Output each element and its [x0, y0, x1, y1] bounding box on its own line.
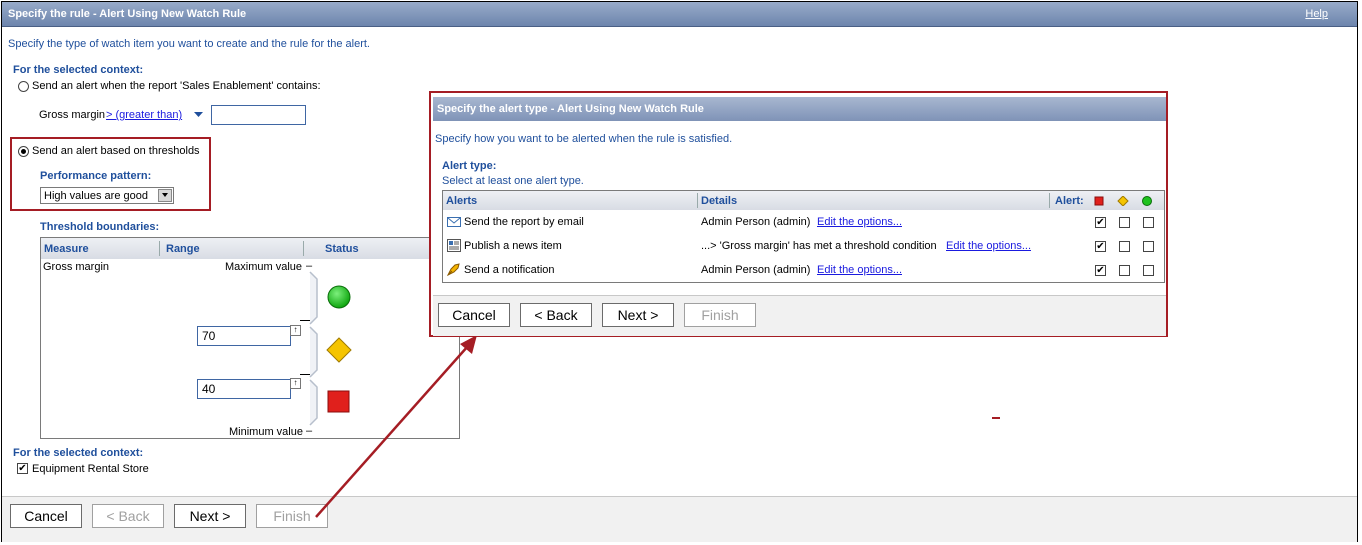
alert-finish-button[interactable]: Finish [684, 303, 756, 327]
alert-type-heading: Alert type: [442, 160, 497, 172]
details-column-header: Details [701, 195, 738, 207]
alert-type-hint: Select at least one alert type. [442, 175, 584, 187]
alert-type-dialog: Specify the alert type - Alert Using New… [429, 91, 1168, 337]
email-icon [447, 217, 461, 227]
notification-icon [447, 263, 460, 276]
edit-options-link[interactable]: Edit the options... [817, 264, 902, 276]
alert-dialog-instructions: Specify how you want to be alerted when … [435, 133, 733, 145]
email-green-checkbox[interactable] [1143, 217, 1154, 228]
email-red-checkbox[interactable]: ✔ [1095, 217, 1106, 228]
edit-options-link[interactable]: Edit the options... [817, 216, 902, 228]
alert-row-name: Publish a news item [464, 240, 562, 252]
alert-row-details: ...> 'Gross margin' has met a threshold … [701, 240, 937, 252]
alert-dialog-title: Specify the alert type - Alert Using New… [437, 103, 704, 115]
alert-row-details: Admin Person (admin) [701, 216, 811, 228]
news-icon [447, 239, 461, 252]
alert-type-table: Alerts Details Alert: Send the report by… [442, 190, 1165, 283]
notification-yellow-checkbox[interactable] [1119, 265, 1130, 276]
news-red-checkbox[interactable]: ✔ [1095, 241, 1106, 252]
edit-options-link[interactable]: Edit the options... [946, 240, 1031, 252]
alert-row-name: Send the report by email [464, 216, 584, 228]
alert-row-details: Admin Person (admin) [701, 264, 811, 276]
email-yellow-checkbox[interactable] [1119, 217, 1130, 228]
alert-back-button[interactable]: < Back [520, 303, 592, 327]
news-green-checkbox[interactable] [1143, 241, 1154, 252]
alert-column-header: Alert: [1055, 195, 1084, 207]
notification-green-checkbox[interactable] [1143, 265, 1154, 276]
news-yellow-checkbox[interactable] [1119, 241, 1130, 252]
severity-legend-icons [1094, 196, 1152, 206]
alert-next-button[interactable]: Next > [602, 303, 674, 327]
notification-red-checkbox[interactable]: ✔ [1095, 265, 1106, 276]
alert-dialog-title-bar: Specify the alert type - Alert Using New… [433, 97, 1166, 121]
alerts-column-header: Alerts [446, 195, 478, 207]
alert-cancel-button[interactable]: Cancel [438, 303, 510, 327]
alert-row-name: Send a notification [464, 264, 555, 276]
